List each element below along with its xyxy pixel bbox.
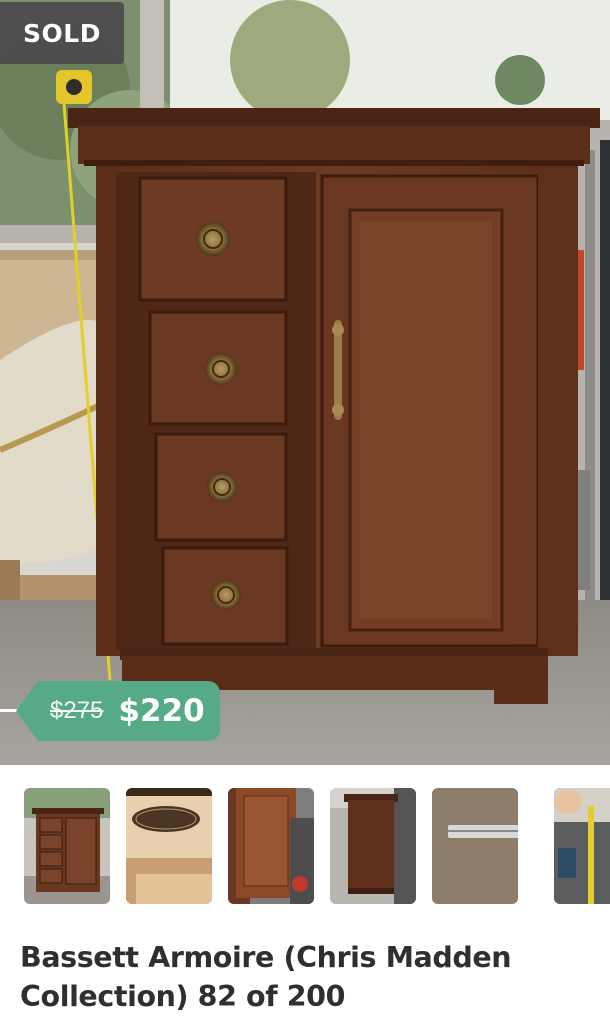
sold-badge: SOLD xyxy=(0,2,124,64)
price-tag: $275 $220 xyxy=(16,681,220,741)
thumbnail-6[interactable] xyxy=(554,788,610,904)
thumbnail-2[interactable] xyxy=(126,788,212,904)
original-price: $275 xyxy=(50,697,104,724)
main-listing-photo[interactable]: SOLD $275 $220 xyxy=(0,0,610,765)
armoire-photo xyxy=(0,0,610,765)
listing-title: Bassett Armoire (Chris Madden Collection… xyxy=(20,941,512,1013)
photo-thumbnail-strip[interactable] xyxy=(0,788,610,904)
thumbnail-5[interactable] xyxy=(432,788,518,904)
thumbnail-4[interactable] xyxy=(330,788,416,904)
current-price: $220 xyxy=(118,693,205,729)
thumbnail-3[interactable] xyxy=(228,788,314,904)
thumbnail-1[interactable] xyxy=(24,788,110,904)
